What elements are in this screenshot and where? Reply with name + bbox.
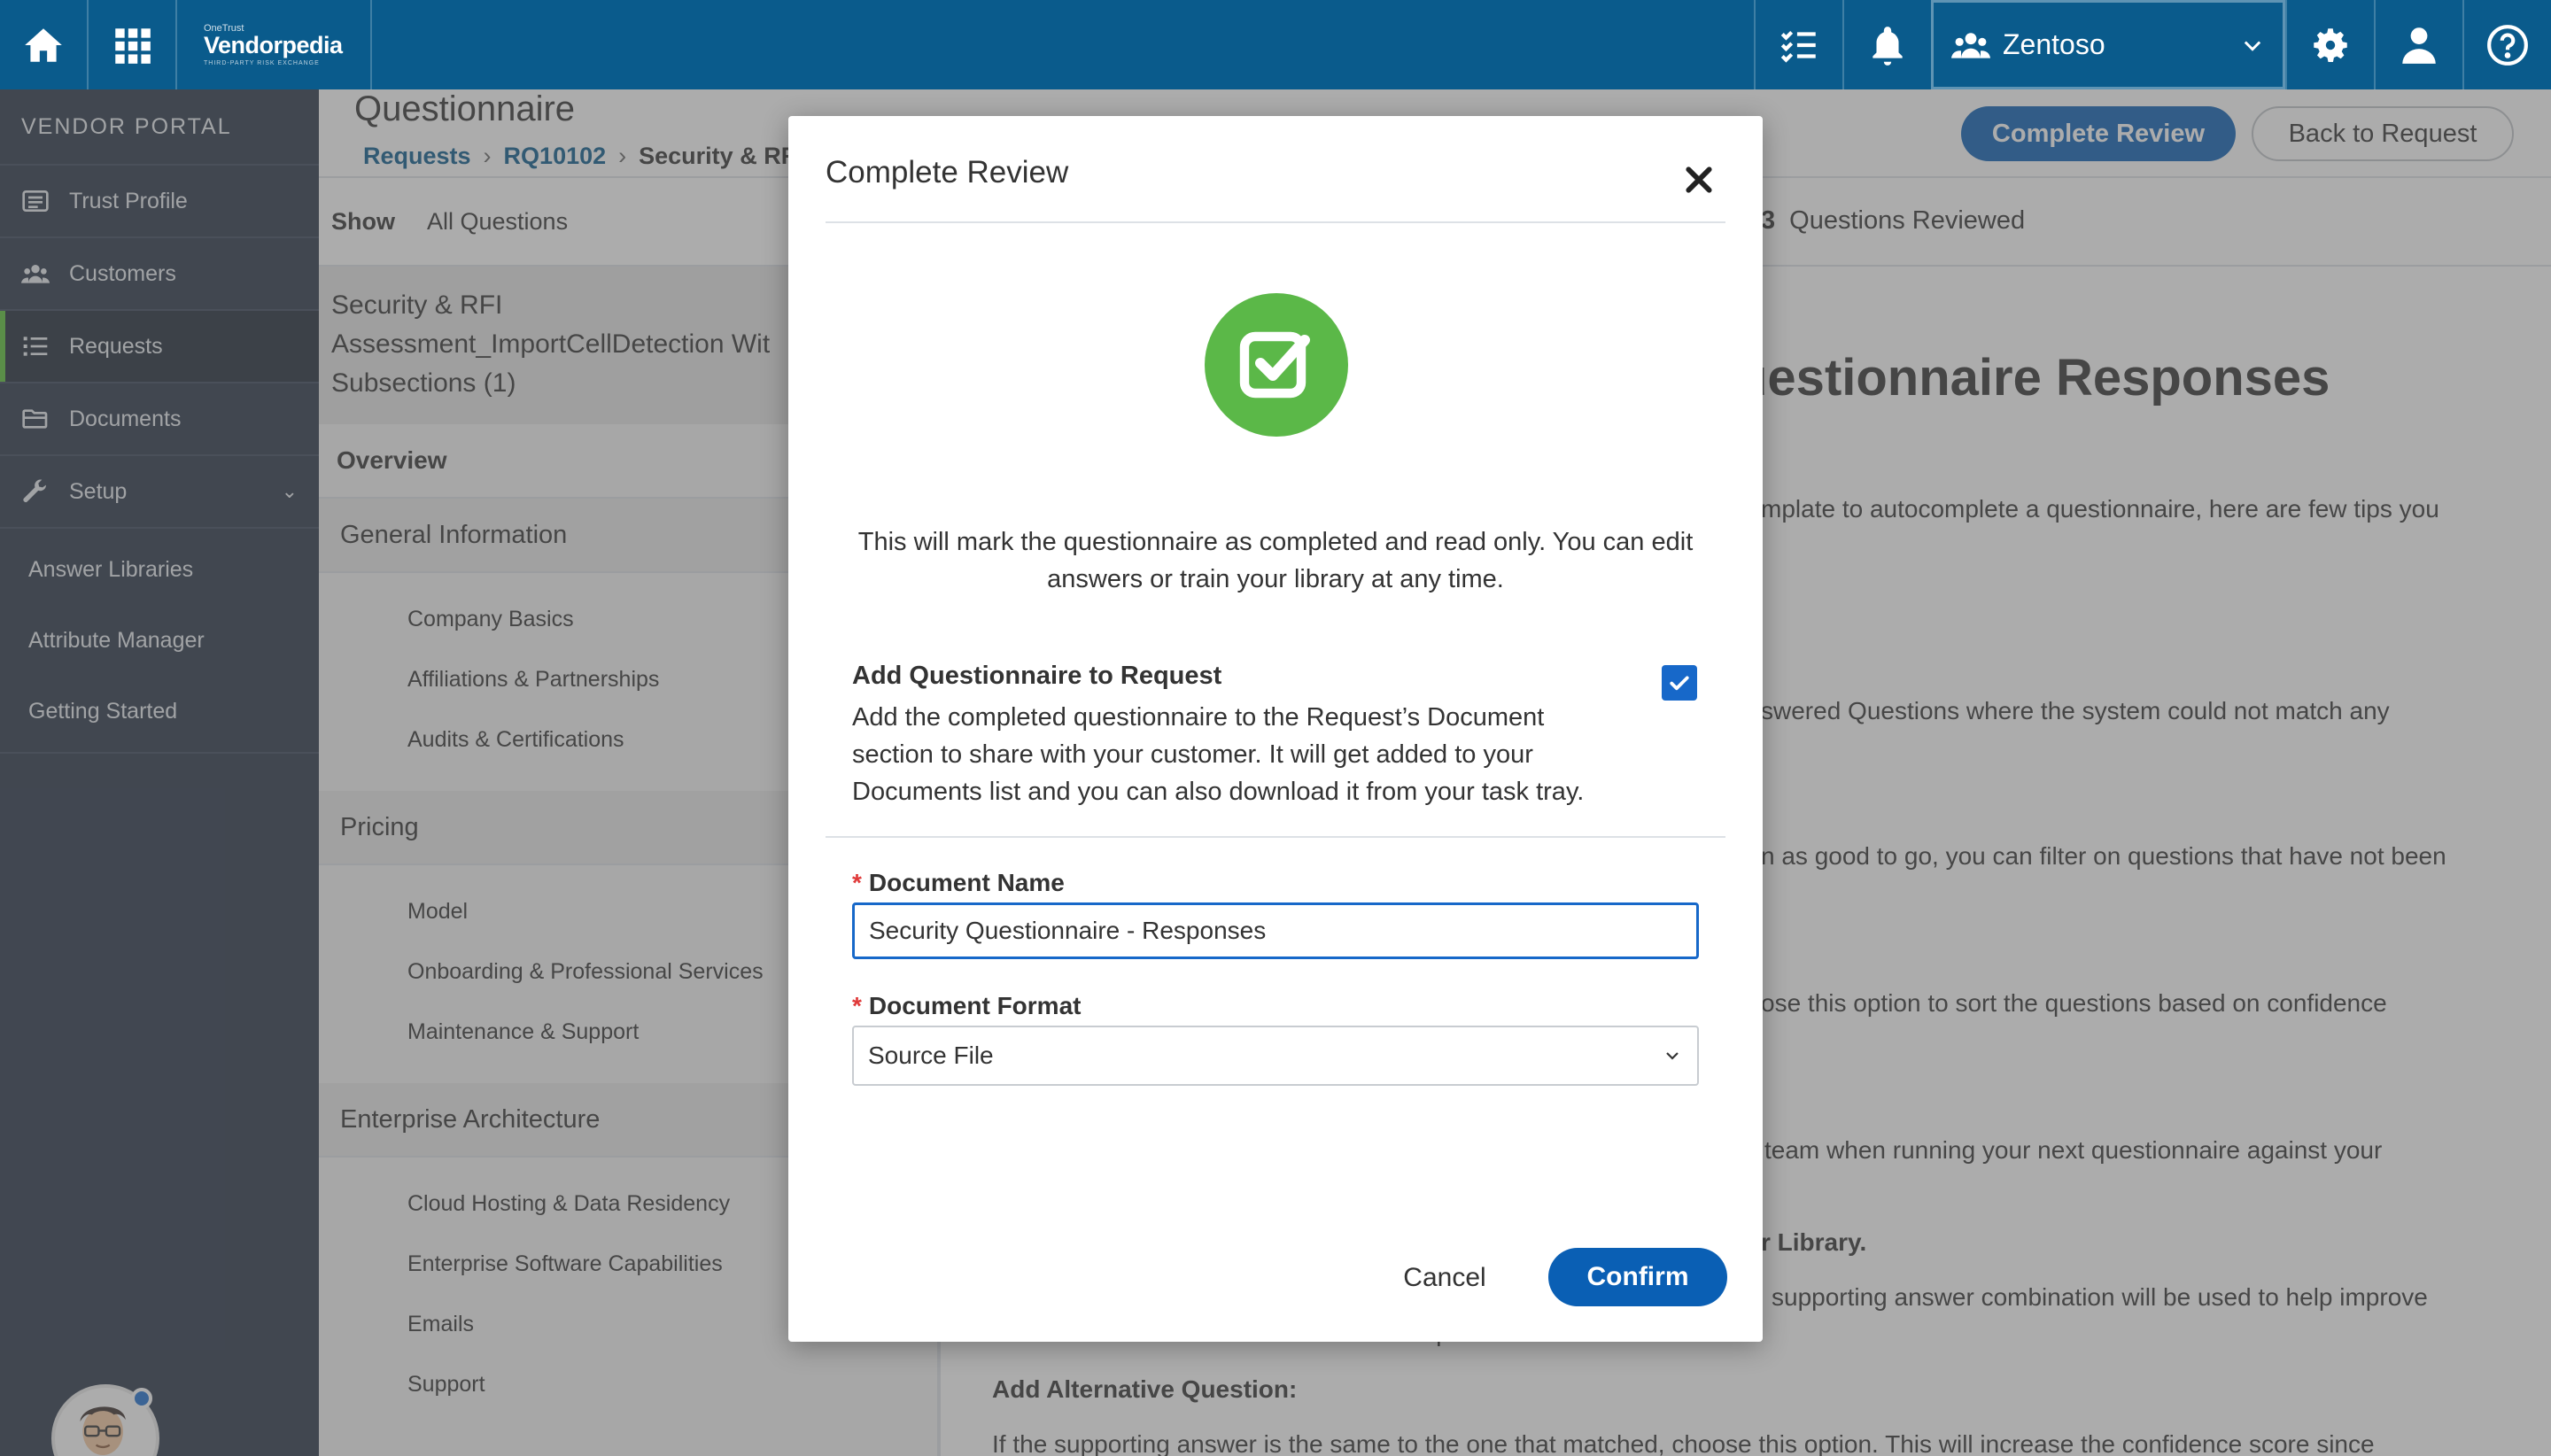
vendorpedia-logo[interactable]: OneTrust Vendorpedia THIRD-PARTY RISK EX… [177,0,372,89]
document-format-value: Source File [868,1042,994,1069]
home-icon [25,27,62,62]
dialog-divider [826,221,1725,223]
user-profile-button[interactable] [2374,0,2462,89]
bell-icon [1873,26,1903,66]
organization-name: Zentoso [2003,28,2105,60]
user-icon [2402,27,2436,64]
dialog-divider [826,836,1725,838]
users-icon [1951,32,1990,58]
checkmark-icon [1670,676,1689,691]
add-to-request-description: Add the completed questionnaire to the R… [852,703,1585,806]
help-icon [2487,24,2528,66]
settings-button[interactable] [2285,0,2374,89]
chevron-down-icon [2244,40,2261,51]
gear-icon [2314,27,2347,62]
top-nav-bar: OneTrust Vendorpedia THIRD-PARTY RISK EX… [0,0,2551,89]
required-marker: * [852,992,862,1019]
add-to-request-title: Add Questionnaire to Request [852,662,1222,690]
apps-grid-button[interactable] [89,0,177,89]
checkbox-checked-icon [1239,331,1310,399]
dialog-title: Complete Review [826,155,1069,190]
logo-brand-main: Vendorpedia [204,32,343,58]
complete-review-dialog: Complete Review This will mark the quest… [788,116,1763,1342]
document-format-label: * Document Format [852,992,1081,1020]
notifications-button[interactable] [1842,0,1931,89]
dialog-message: This will mark the questionnaire as comp… [857,528,1694,593]
cancel-button[interactable]: Cancel [1387,1250,1502,1306]
tasks-button[interactable] [1754,0,1842,89]
organization-select[interactable]: Zentoso [1931,0,2285,89]
home-button[interactable] [0,0,89,89]
chevron-down-icon [1666,1052,1679,1060]
document-name-label-text: Document Name [868,869,1065,896]
confirm-button[interactable]: Confirm [1548,1248,1727,1306]
success-badge [1205,293,1348,437]
document-name-label: * Document Name [852,869,1065,897]
logo-tagline: THIRD-PARTY RISK EXCHANGE [204,60,320,66]
document-name-input[interactable] [852,902,1699,959]
checklist-icon [1780,30,1816,63]
close-icon[interactable] [1681,162,1717,197]
add-to-request-checkbox[interactable] [1662,665,1697,701]
document-format-select[interactable]: Source File [852,1026,1699,1086]
required-marker: * [852,869,862,896]
document-format-label-text: Document Format [868,992,1082,1019]
logo-brand-small: OneTrust [204,23,244,34]
grid-icon [115,27,151,64]
help-button[interactable] [2462,0,2551,89]
